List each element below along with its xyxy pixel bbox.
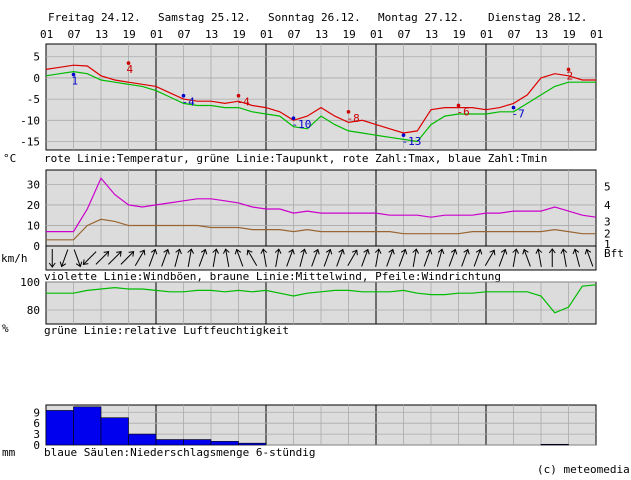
hour-tick-label: 19 [123,28,136,41]
hour-tick-label: 01 [370,28,383,41]
temperature-unit: °C [3,152,16,165]
hour-tick-label: 13 [425,28,438,41]
tmax-label: -4 [237,96,251,109]
precipitation-unit: mm [2,446,16,459]
bft-tick-label: 3 [604,215,611,228]
tmin-label: -13 [402,135,422,148]
y-tick-label: 30 [27,178,40,191]
hour-tick-label: 01 [150,28,163,41]
tmax-label: 2 [567,69,574,82]
hour-tick-label: 01 [480,28,493,41]
hour-tick-label: 19 [563,28,576,41]
hour-tick-label: 07 [68,28,81,41]
precipitation-bar [128,433,157,446]
day-label-4: Montag 27.12. [378,11,464,24]
tmin-label: 1 [72,75,79,88]
day-label-3: Sonntag 26.12. [268,11,361,24]
precipitation-caption: blaue Säulen:Niederschlagsmenge 6-stündi… [44,446,316,459]
y-tick-label: 5 [33,51,40,64]
day-label-1: Freitag 24.12. [48,11,141,24]
temperature-caption: rote Linie:Temperatur, grüne Linie:Taupu… [44,152,547,165]
precipitation-bar [540,443,569,446]
hour-tick-label: 01 [40,28,53,41]
y-tick-label: 0 [33,72,40,85]
precipitation-bar [155,439,184,446]
wind-caption: violette Linie:Windböen, braune Linie:Mi… [44,270,501,283]
y-tick-label: -15 [20,136,40,149]
hour-tick-label: 07 [508,28,521,41]
y-tick-label: -5 [27,93,40,106]
y-tick-label: -10 [20,114,40,127]
tmax-label: 4 [127,63,134,76]
hour-tick-label: 07 [398,28,411,41]
y-tick-label: 80 [27,304,40,317]
tmin-label: -4 [182,96,196,109]
y-tick-label: 10 [27,219,40,232]
y-tick-label: 20 [27,199,40,212]
hour-tick-label: 07 [288,28,301,41]
hour-tick-labels: 01 07 13 19 01 07 13 19 01 07 13 19 01 07 13 19 01 07 13 19… [40,28,603,41]
hour-tick-label: 19 [233,28,246,41]
precipitation-bar [210,441,239,446]
wind-unit: km/h [1,252,28,265]
bft-tick-label: 5 [604,180,611,193]
y-tick-label: 0 [33,240,40,253]
y-tick-label: 0 [33,439,40,452]
hour-tick-label: 01 [590,28,603,41]
hour-tick-label: 13 [95,28,108,41]
hour-tick-label: 19 [453,28,466,41]
y-tick-label: 100 [20,276,40,289]
hour-tick-label: 13 [205,28,218,41]
hour-tick-label: 07 [178,28,191,41]
precipitation-bar [45,410,74,446]
day-label-5: Dienstag 28.12. [488,11,587,24]
bft-tick-label: 4 [604,199,611,212]
tmax-label: -8 [347,112,360,125]
precipitation-bar [100,417,129,446]
precipitation-bar [238,442,267,446]
precipitation-bar [73,406,102,446]
meteogram: Freitag 24.12. Samstag 25.12. Sonntag 26… [1,11,630,476]
precipitation-bar [183,439,212,446]
tmin-label: -7 [512,108,525,121]
tmin-label: -10 [292,118,312,131]
copyright: (c) meteomedia [537,463,630,476]
hour-tick-label: 13 [315,28,328,41]
hour-tick-label: 19 [343,28,356,41]
hour-tick-label: 13 [535,28,548,41]
bft-unit: Bft [604,247,624,260]
humidity-caption: grüne Linie:relative Luftfeuchtigkeit [44,324,289,337]
tmax-label: -6 [457,105,470,118]
day-labels: Freitag 24.12. Samstag 25.12. Sonntag 26… [48,11,587,24]
day-label-2: Samstag 25.12. [158,11,251,24]
humidity-unit: % [2,322,9,335]
hour-tick-label: 01 [260,28,273,41]
